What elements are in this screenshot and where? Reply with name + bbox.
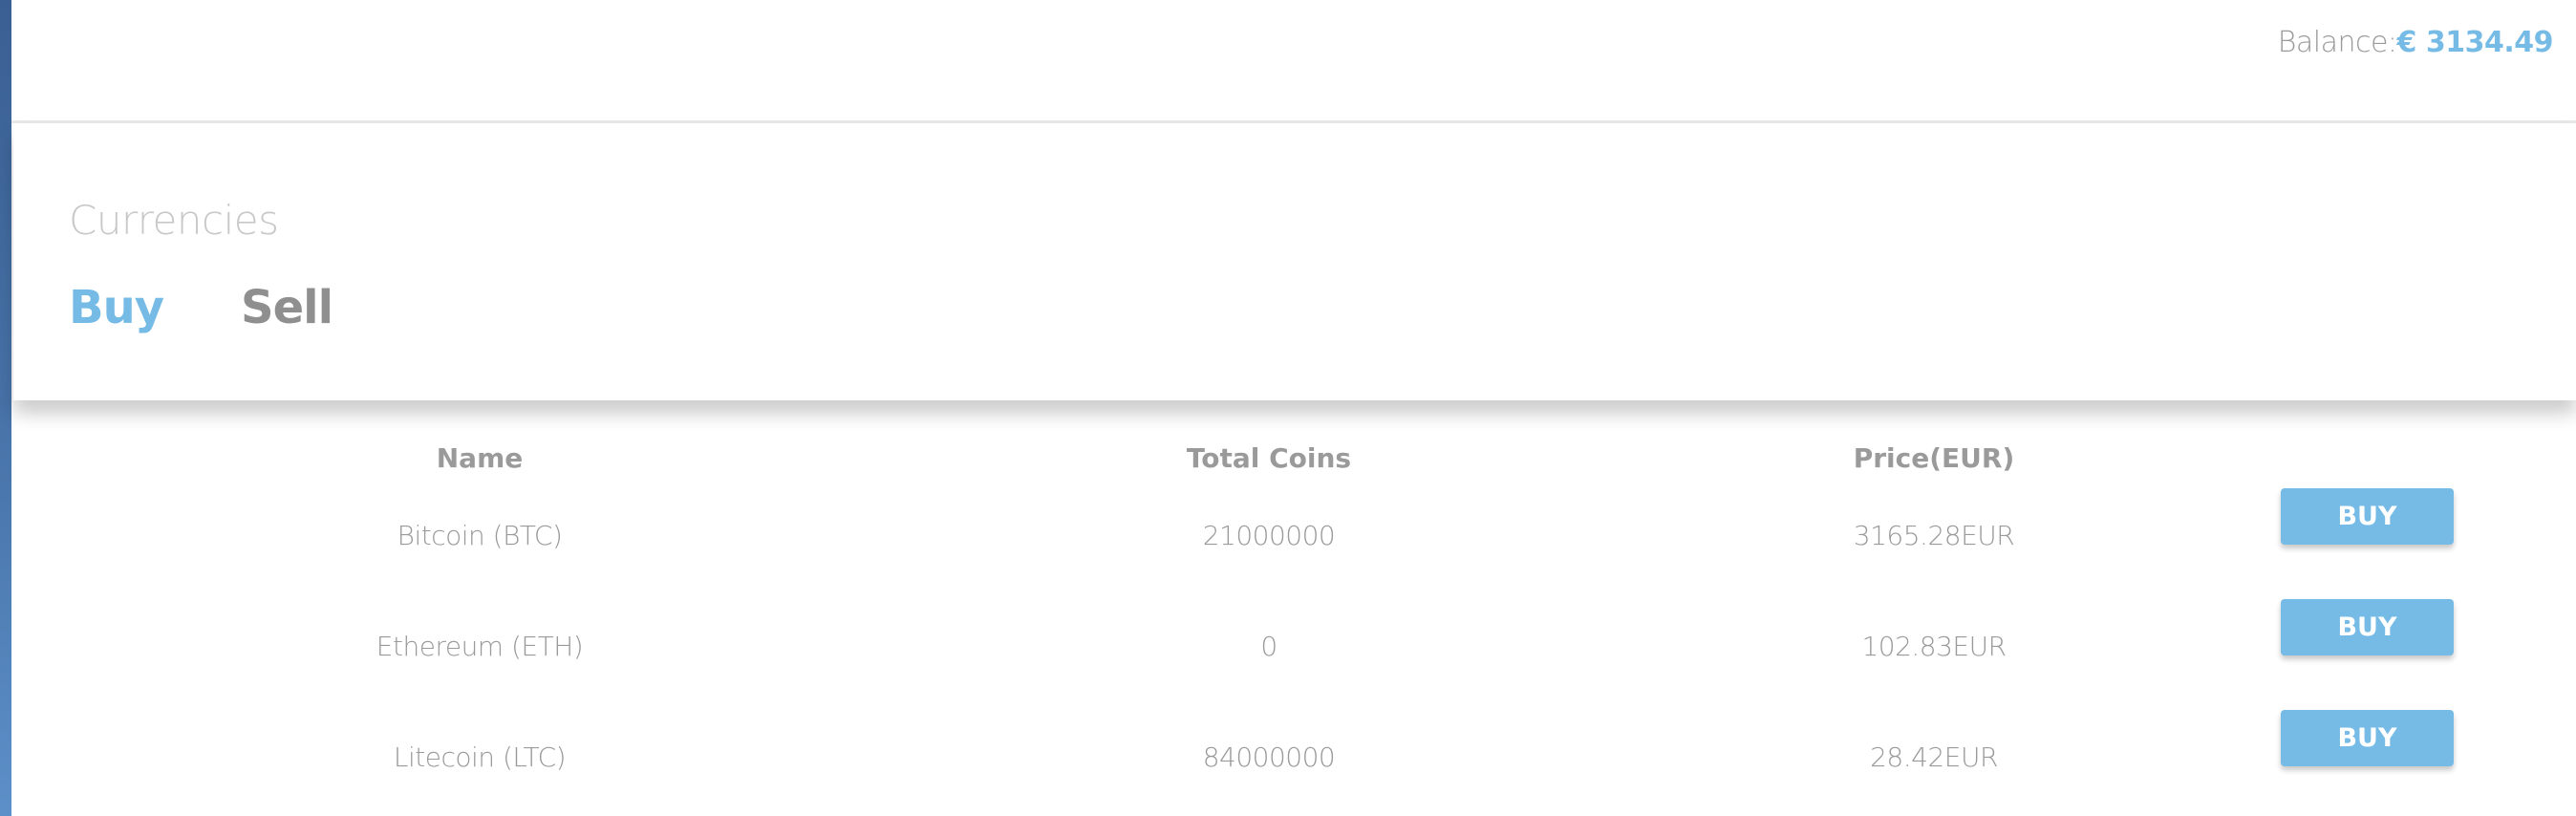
currency-name: Litecoin (LTC) bbox=[393, 741, 567, 773]
price-eur: 102.83EUR bbox=[1861, 631, 2007, 662]
price-eur: 3165.28EUR bbox=[1853, 520, 2015, 551]
currency-name: Ethereum (ETH) bbox=[376, 631, 584, 662]
balance-display: Balance:€ 3134.49 bbox=[2277, 26, 2554, 59]
total-coins: 0 bbox=[1260, 631, 1277, 662]
buy-button[interactable]: BUY bbox=[2281, 599, 2454, 655]
balance-amount: € 3134.49 bbox=[2396, 26, 2554, 59]
tab-buy[interactable]: Buy bbox=[69, 281, 164, 334]
column-header-price: Price(EUR) bbox=[1853, 442, 2015, 474]
top-bar: Balance:€ 3134.49 bbox=[11, 0, 2576, 123]
table-row: Ethereum (ETH) 0 102.83EUR BUY bbox=[0, 599, 2576, 741]
price-eur: 28.42EUR bbox=[1870, 741, 1998, 773]
balance-label: Balance: bbox=[2277, 26, 2397, 59]
app-root: Balance:€ 3134.49 Currencies Buy Sell Na… bbox=[0, 0, 2576, 816]
buy-button[interactable]: BUY bbox=[2281, 488, 2454, 545]
table-row: Bitcoin (BTC) 21000000 3165.28EUR BUY bbox=[0, 488, 2576, 631]
section-title: Currencies bbox=[69, 197, 279, 244]
currency-name: Bitcoin (BTC) bbox=[397, 520, 563, 551]
table-row: Litecoin (LTC) 84000000 28.42EUR BUY bbox=[0, 710, 2576, 816]
buy-button[interactable]: BUY bbox=[2281, 710, 2454, 766]
currencies-panel: Currencies Buy Sell bbox=[13, 123, 2576, 400]
column-header-name: Name bbox=[436, 442, 524, 474]
column-header-total-coins: Total Coins bbox=[1186, 442, 1352, 474]
total-coins: 21000000 bbox=[1202, 520, 1336, 551]
tab-sell[interactable]: Sell bbox=[241, 281, 333, 334]
total-coins: 84000000 bbox=[1202, 741, 1336, 773]
